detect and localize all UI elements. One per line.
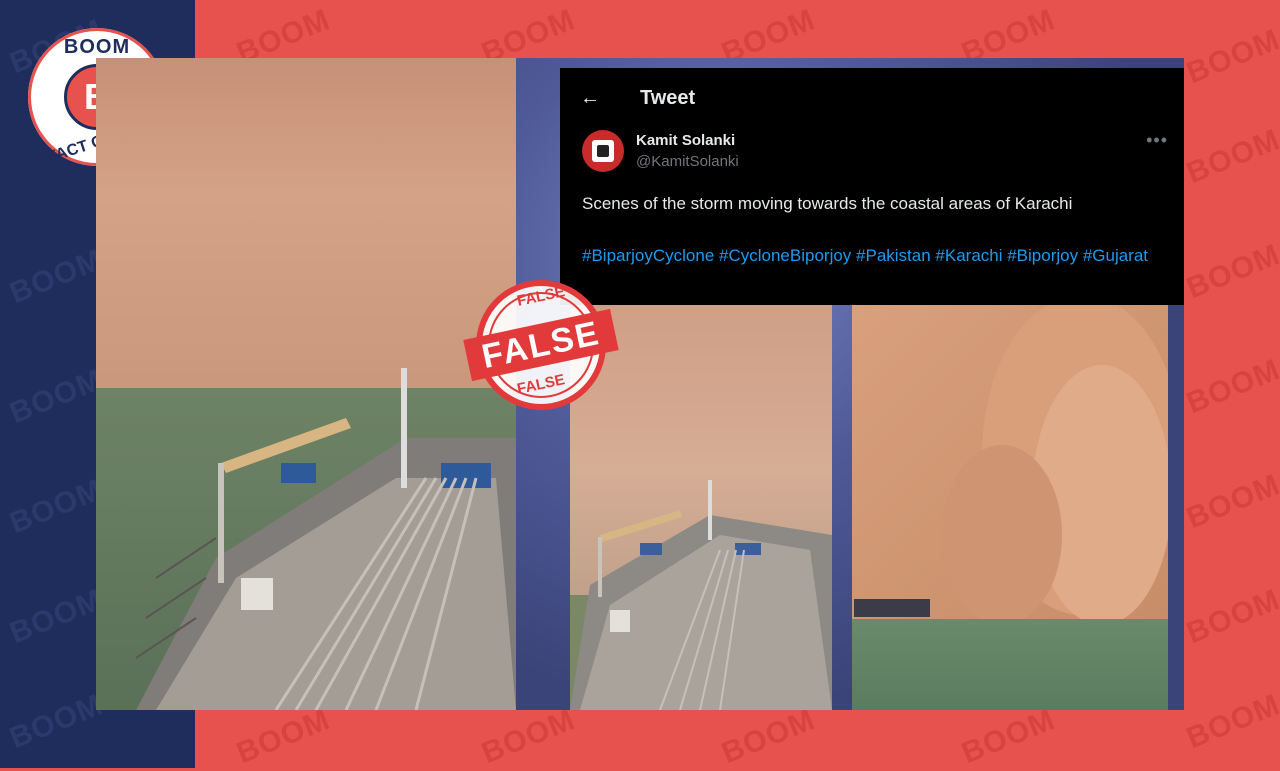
tweet-text: Scenes of the storm moving towards the c… <box>582 194 1073 213</box>
avatar[interactable] <box>582 130 624 172</box>
tweet-video-2[interactable] <box>852 305 1168 710</box>
false-stamp: FALSE FALSE FALSE <box>463 280 619 410</box>
left-video-frame <box>96 58 516 710</box>
tweet-header-title: Tweet <box>640 86 696 109</box>
user-name[interactable]: Kamit Solanki <box>636 132 735 149</box>
logo-top-text: BOOM <box>63 36 131 58</box>
dust-cloud <box>942 445 1062 625</box>
sea <box>852 619 1168 710</box>
back-arrow-icon[interactable]: ← <box>580 87 640 110</box>
more-icon[interactable]: ••• <box>1146 130 1168 151</box>
container-ship <box>854 599 930 617</box>
ship-deck-illustration <box>135 368 516 710</box>
avatar-graphic-inner <box>597 145 609 157</box>
tweet-hashtags[interactable]: #BiparjoyCyclone #CycloneBiporjoy #Pakis… <box>582 243 1162 268</box>
user-handle[interactable]: @KamitSolanki <box>636 153 739 170</box>
tweet-card: ← Tweet Kamit Solanki @KamitSolanki ••• … <box>560 68 1184 305</box>
tweet-header: ← Tweet <box>580 86 695 110</box>
